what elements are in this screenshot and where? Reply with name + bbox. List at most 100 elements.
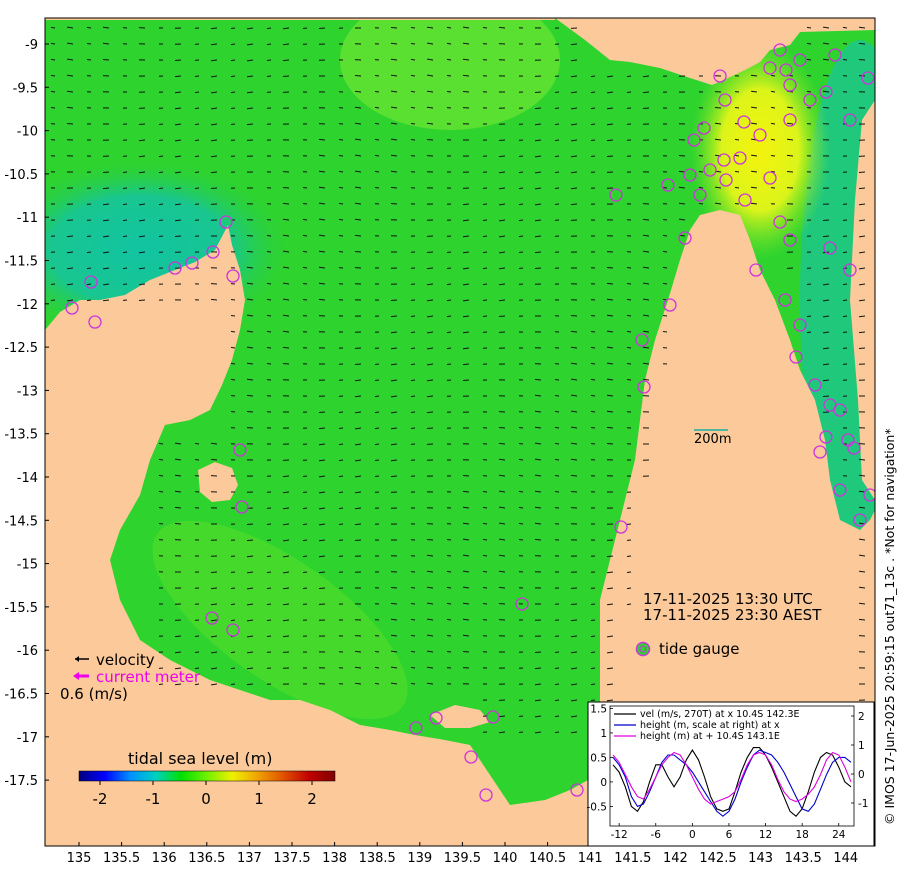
velocity-arrow <box>734 170 740 173</box>
velocity-arrow <box>374 395 380 398</box>
velocity-arrow <box>302 266 308 269</box>
velocity-arrow <box>498 586 506 589</box>
colorbar-tick-label: -1 <box>146 790 161 808</box>
velocity-arrow <box>858 347 866 349</box>
velocity-label: velocity <box>96 651 155 669</box>
velocity-arrow <box>626 298 632 301</box>
velocity-arrow <box>230 395 236 397</box>
velocity-arrow <box>770 90 776 93</box>
velocity-arrow <box>266 314 272 317</box>
velocity-arrow <box>822 90 830 93</box>
velocity-arrow <box>606 410 614 413</box>
velocity-arrow <box>246 107 254 110</box>
velocity-arrow <box>842 235 848 237</box>
velocity-arrow <box>626 267 632 269</box>
y-tick-label: -12 <box>17 298 38 313</box>
velocity-arrow <box>266 266 272 269</box>
velocity-arrow <box>354 666 362 669</box>
velocity-arrow <box>158 523 164 525</box>
copyright-note: © IMOS 17-Jun-2025 20:59:15 out71_13c . … <box>882 428 897 825</box>
velocity-arrow <box>338 170 344 173</box>
velocity-arrow <box>158 203 164 206</box>
velocity-arrow <box>482 506 488 509</box>
velocity-arrow <box>410 666 416 669</box>
velocity-arrow <box>410 90 416 93</box>
velocity-arrow <box>410 379 416 382</box>
velocity-arrow <box>354 379 362 382</box>
velocity-arrow <box>426 283 434 286</box>
velocity-arrow <box>390 299 398 301</box>
inset-x-label: 24 <box>832 829 846 841</box>
colorbar-tick-label: 0 <box>201 790 211 808</box>
velocity-arrow <box>374 106 380 109</box>
velocity-arrow <box>302 475 308 477</box>
velocity-arrow <box>446 602 452 605</box>
inset-legend: vel (m/s, 270T) at x 10.4S 142.3E height… <box>614 709 800 742</box>
velocity-arrow <box>446 299 452 302</box>
velocity-arrow <box>282 491 290 494</box>
velocity-arrow <box>86 43 92 45</box>
velocity-arrow <box>210 298 218 301</box>
y-tick-label: -12.5 <box>4 341 38 356</box>
velocity-arrow <box>230 651 236 654</box>
velocity-arrow <box>842 347 848 349</box>
velocity-arrow <box>194 187 200 189</box>
x-tick-label: 141 <box>578 851 603 866</box>
x-tick-label: 142 <box>663 851 688 866</box>
velocity-arrow <box>446 91 452 93</box>
velocity-arrow <box>390 459 398 462</box>
velocity-arrow <box>230 330 236 333</box>
velocity-arrow <box>390 203 398 205</box>
velocity-arrow <box>122 251 128 254</box>
velocity-arrow <box>498 315 506 317</box>
velocity-arrow <box>390 186 398 189</box>
colorbar-tick-label: 2 <box>307 790 317 808</box>
y-tick-label: -14 <box>17 471 38 486</box>
velocity-arrow <box>590 75 596 78</box>
velocity-arrow <box>570 491 578 493</box>
velocity-arrow <box>66 123 74 125</box>
velocity-arrow <box>806 299 812 301</box>
colorbar-tick-label: 1 <box>254 790 264 808</box>
velocity-arrow <box>338 202 344 205</box>
velocity-arrow <box>606 123 614 126</box>
velocity-arrow <box>210 603 218 606</box>
scale-bar-label: 200m <box>694 432 731 447</box>
velocity-arrow <box>662 282 668 285</box>
velocity-arrow <box>858 203 866 206</box>
velocity-arrow <box>662 331 668 333</box>
colorbar-bar <box>78 770 336 782</box>
velocity-arrow <box>354 90 362 93</box>
velocity-arrow <box>462 506 470 509</box>
velocity-arrow <box>338 218 344 221</box>
velocity-arrow <box>626 75 632 78</box>
velocity-arrow <box>410 43 416 45</box>
velocity-arrow <box>570 59 578 62</box>
velocity-arrow <box>266 298 272 301</box>
velocity-arrow <box>210 171 218 174</box>
velocity-arrow <box>246 683 254 686</box>
velocity-arrow <box>302 187 308 189</box>
velocity-arrow <box>210 27 218 30</box>
velocity-arrow <box>302 234 308 237</box>
velocity-arrow <box>606 298 614 301</box>
velocity-arrow <box>534 651 542 653</box>
y-tick-label: -15 <box>17 558 38 573</box>
velocity-arrow <box>590 619 596 621</box>
velocity-arrow <box>626 587 632 590</box>
velocity-arrow <box>302 587 308 589</box>
velocity-arrow <box>390 170 398 173</box>
inset-x-label: 12 <box>759 829 772 841</box>
velocity-arrow <box>210 587 218 590</box>
velocity-arrow <box>266 330 272 333</box>
velocity-arrow <box>66 90 74 93</box>
velocity-arrow <box>554 410 560 413</box>
velocity-arrow <box>554 491 560 493</box>
y-tick-label: -16.5 <box>4 688 38 703</box>
velocity-arrow <box>554 187 560 189</box>
velocity-arrow <box>318 443 326 446</box>
velocity-arrow <box>446 555 452 557</box>
velocity-arrow <box>210 43 218 46</box>
velocity-arrow <box>338 411 344 413</box>
velocity-arrow <box>534 522 542 525</box>
